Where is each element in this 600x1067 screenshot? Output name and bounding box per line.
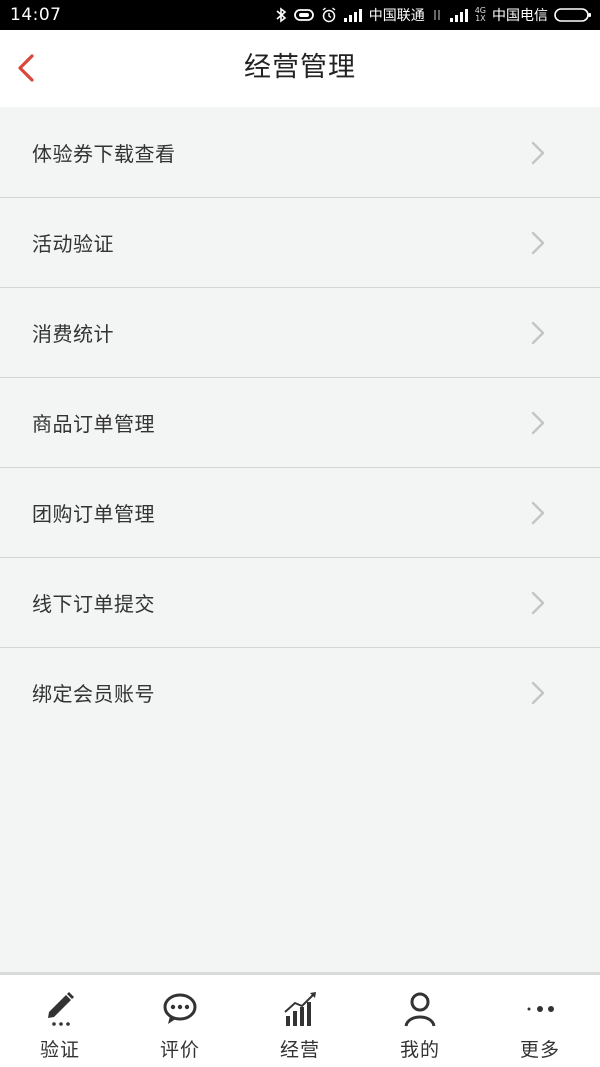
vibrate-icon: [293, 9, 314, 21]
menu-item-coupon-download[interactable]: 体验券下载查看: [0, 108, 600, 198]
menu-item-group-buy-orders[interactable]: 团购订单管理: [0, 468, 600, 558]
tab-label: 更多: [519, 1039, 560, 1061]
battery-icon: [554, 8, 591, 22]
menu-item-label: 线下订单提交: [32, 592, 155, 616]
status-time: 14:07: [10, 5, 62, 25]
tab-label: 经营: [279, 1039, 320, 1061]
data-arrows-icon: [433, 10, 440, 20]
menu-item-label: 商品订单管理: [32, 412, 155, 436]
tab-mine[interactable]: 我的: [360, 975, 480, 1067]
pencil-icon: [48, 992, 74, 1026]
tab-label: 我的: [399, 1039, 440, 1061]
status-bar: 14:07 中国联通 4G 1X 中国电信: [0, 0, 600, 30]
tab-business[interactable]: 经营: [240, 975, 360, 1067]
status-icons: 中国联通 4G 1X 中国电信: [275, 5, 592, 25]
tab-label: 评价: [159, 1039, 200, 1061]
menu-item-product-orders[interactable]: 商品订单管理: [0, 378, 600, 468]
menu-item-offline-order-submit[interactable]: 线下订单提交: [0, 558, 600, 648]
chevron-right-icon: [531, 411, 545, 435]
page-title: 经营管理: [244, 52, 356, 83]
tab-more[interactable]: 更多: [480, 975, 600, 1067]
more-dots-icon: [527, 1006, 554, 1012]
bottom-tab-bar: 验证 评价 经营 我的 更多: [0, 972, 600, 1067]
menu-item-consumption-stats[interactable]: 消费统计: [0, 288, 600, 378]
bluetooth-icon: [276, 7, 286, 23]
tab-label: 验证: [39, 1039, 80, 1061]
chevron-right-icon: [531, 231, 545, 255]
header: 经营管理: [0, 30, 600, 107]
carrier-1: 中国联通: [368, 8, 425, 24]
chevron-right-icon: [531, 321, 545, 345]
menu-item-label: 体验券下载查看: [32, 142, 176, 166]
menu-item-label: 绑定会员账号: [32, 682, 155, 706]
network-type-badge: 4G 1X: [474, 6, 486, 23]
chevron-right-icon: [531, 141, 545, 165]
signal-icon: [343, 9, 362, 22]
bar-chart-trend-icon: [284, 992, 316, 1026]
tab-reviews[interactable]: 评价: [120, 975, 240, 1067]
signal-icon: [449, 9, 468, 22]
chevron-right-icon: [531, 681, 545, 705]
menu-item-label: 消费统计: [32, 322, 114, 346]
chevron-right-icon: [531, 591, 545, 615]
alarm-icon: [322, 7, 336, 23]
person-icon: [404, 992, 436, 1027]
chat-bubble-icon: [163, 993, 197, 1024]
carrier-2: 中国电信: [492, 8, 548, 24]
menu-list: 体验券下载查看 活动验证 消费统计 商品订单管理 团购订单管理 线下订单提交 绑…: [0, 108, 600, 737]
menu-item-activity-verify[interactable]: 活动验证: [0, 198, 600, 288]
menu-item-bind-member-account[interactable]: 绑定会员账号: [0, 648, 600, 737]
chevron-right-icon: [531, 501, 545, 525]
menu-item-label: 团购订单管理: [32, 502, 155, 526]
tab-verify[interactable]: 验证: [0, 975, 120, 1067]
menu-item-label: 活动验证: [32, 232, 114, 256]
